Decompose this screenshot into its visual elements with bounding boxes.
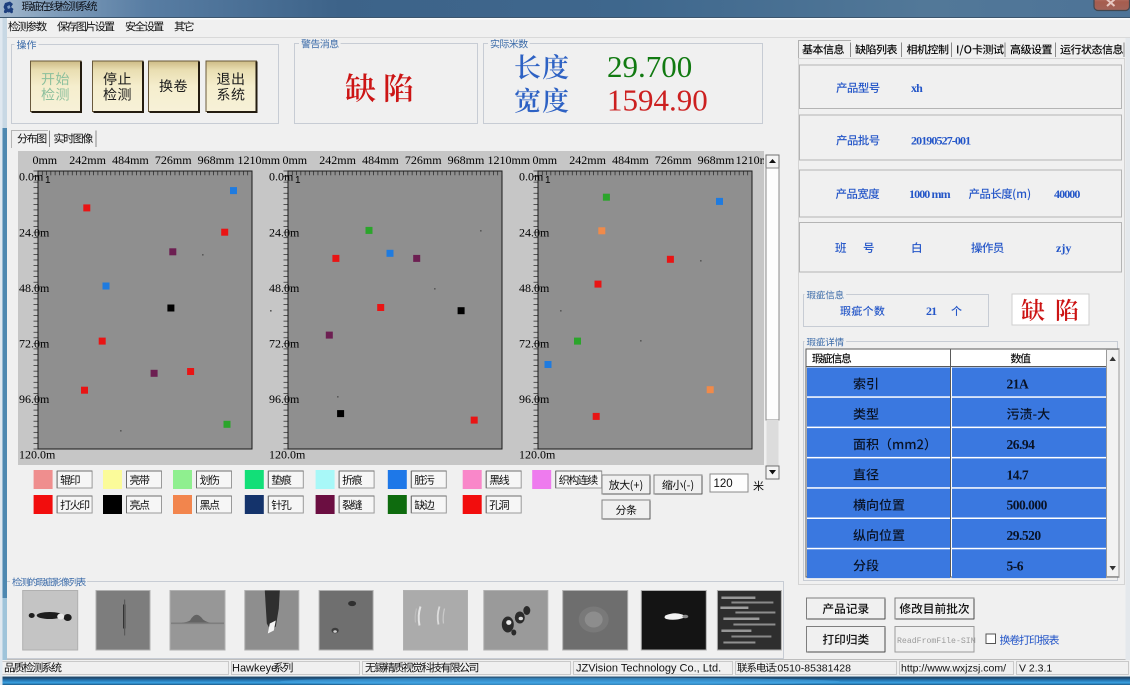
svg-text:484mm: 484mm bbox=[112, 153, 149, 167]
svg-text:242mm: 242mm bbox=[69, 153, 106, 167]
svg-text:726mm: 726mm bbox=[405, 153, 442, 167]
svg-text:0.0m: 0.0m bbox=[269, 170, 294, 184]
svg-text:120.0m: 120.0m bbox=[519, 448, 556, 462]
svg-text:726mm: 726mm bbox=[155, 153, 192, 167]
svg-text:zjy: zjy bbox=[1056, 241, 1071, 255]
svg-text:242mm: 242mm bbox=[319, 153, 356, 167]
svg-text:1: 1 bbox=[295, 175, 301, 186]
svg-text:1210mm: 1210mm bbox=[237, 153, 280, 167]
svg-text:968mm: 968mm bbox=[698, 153, 735, 167]
svg-text:0mm: 0mm bbox=[32, 153, 57, 167]
svg-text:20190527-001: 20190527-001 bbox=[911, 134, 971, 148]
svg-text:484mm: 484mm bbox=[362, 153, 399, 167]
svg-text:xh: xh bbox=[911, 81, 923, 95]
svg-text:21: 21 bbox=[926, 304, 937, 318]
svg-text:5-6: 5-6 bbox=[1007, 558, 1024, 573]
svg-text:1: 1 bbox=[545, 175, 551, 186]
svg-text:http://www.wxjzsj.com/: http://www.wxjzsj.com/ bbox=[901, 663, 1006, 675]
svg-text:V 2.3.1: V 2.3.1 bbox=[1019, 663, 1052, 675]
svg-text:26.94: 26.94 bbox=[1007, 437, 1036, 452]
svg-text:242mm: 242mm bbox=[569, 153, 606, 167]
svg-text:1210mm: 1210mm bbox=[487, 153, 530, 167]
svg-text:484mm: 484mm bbox=[612, 153, 649, 167]
svg-text:ReadFromFile-SIM: ReadFromFile-SIM bbox=[897, 636, 976, 646]
svg-text:1594.90: 1594.90 bbox=[607, 83, 708, 118]
svg-text:120.0m: 120.0m bbox=[269, 448, 306, 462]
svg-text:1: 1 bbox=[45, 175, 51, 186]
svg-text:29.520: 29.520 bbox=[1007, 528, 1042, 543]
svg-text:Hawkeye: Hawkeye bbox=[232, 663, 277, 675]
svg-text:1000 mm: 1000 mm bbox=[909, 187, 951, 201]
svg-text:40000: 40000 bbox=[1054, 187, 1080, 201]
svg-text:726mm: 726mm bbox=[655, 153, 692, 167]
svg-text:29.700: 29.700 bbox=[607, 49, 692, 84]
svg-text:968mm: 968mm bbox=[448, 153, 485, 167]
svg-text:500.000: 500.000 bbox=[1007, 498, 1048, 513]
svg-text:0mm: 0mm bbox=[532, 153, 557, 167]
svg-text:14.7: 14.7 bbox=[1007, 467, 1029, 482]
svg-text:968mm: 968mm bbox=[198, 153, 235, 167]
svg-text:0.0m: 0.0m bbox=[19, 170, 44, 184]
svg-text:0.0m: 0.0m bbox=[519, 170, 544, 184]
svg-text:JZVision Technology Co., Ltd.: JZVision Technology Co., Ltd. bbox=[576, 663, 721, 675]
svg-text:120: 120 bbox=[714, 478, 733, 490]
svg-text:120.0m: 120.0m bbox=[19, 448, 56, 462]
svg-text::0510-85381428: :0510-85381428 bbox=[775, 663, 852, 675]
svg-text:21A: 21A bbox=[1007, 377, 1030, 392]
svg-text:0mm: 0mm bbox=[282, 153, 307, 167]
